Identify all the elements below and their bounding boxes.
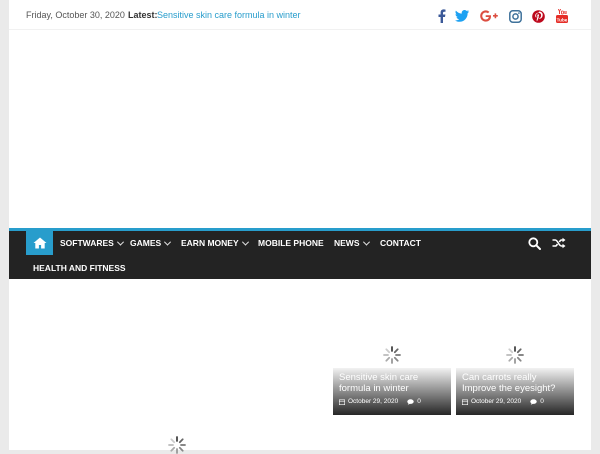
featured-post-card[interactable]: Sensitive skin care formula in winter Oc…	[333, 338, 451, 415]
shuffle-icon[interactable]	[552, 236, 566, 250]
latest-label: Latest:	[128, 10, 158, 20]
header-banner-area	[9, 31, 591, 228]
search-icon[interactable]	[527, 236, 541, 250]
calendar-icon	[339, 399, 345, 405]
top-bar: Friday, October 30, 2020 Latest: Sensiti…	[9, 0, 591, 30]
featured-post-card[interactable]: Can carrots really Improve the eyesight?…	[456, 338, 574, 415]
svg-text:Tube: Tube	[557, 17, 568, 22]
chevron-down-icon	[241, 238, 249, 246]
home-icon	[33, 237, 46, 249]
nav-item-health-and-fitness[interactable]: HEALTH AND FITNESS	[33, 263, 126, 273]
nav-item-news[interactable]: NEWS	[334, 238, 370, 248]
post-meta: October 29, 2020 0	[339, 398, 421, 405]
comment-count[interactable]: 0	[540, 398, 544, 405]
loading-spinner-icon	[383, 346, 401, 364]
post-date[interactable]: October 29, 2020	[471, 398, 521, 405]
nav-item-earn-money[interactable]: EARN MONEY	[181, 238, 249, 248]
chevron-down-icon	[116, 238, 124, 246]
home-button[interactable]	[26, 231, 53, 255]
comment-count[interactable]: 0	[417, 398, 421, 405]
calendar-icon	[462, 399, 468, 405]
facebook-icon[interactable]	[433, 8, 449, 24]
twitter-icon[interactable]	[454, 8, 470, 24]
comment-icon	[530, 398, 537, 405]
instagram-icon[interactable]	[507, 8, 523, 24]
nav-item-games[interactable]: GAMES	[130, 238, 172, 248]
chevron-down-icon	[164, 238, 172, 246]
google-plus-icon[interactable]	[479, 8, 499, 24]
page-container: Friday, October 30, 2020 Latest: Sensiti…	[9, 0, 591, 454]
youtube-icon[interactable]: Tube	[554, 8, 570, 24]
current-date: Friday, October 30, 2020	[26, 10, 125, 20]
main-navigation: SOFTWARES GAMES EARN MONEY MOBILE PHONE …	[9, 228, 591, 279]
post-date[interactable]: October 29, 2020	[348, 398, 398, 405]
post-title[interactable]: Sensitive skin care formula in winter	[339, 372, 447, 394]
nav-item-mobile-phone[interactable]: MOBILE PHONE	[258, 238, 324, 248]
loading-spinner-icon	[168, 436, 186, 454]
post-title[interactable]: Can carrots really Improve the eyesight?	[462, 372, 570, 394]
comment-icon	[407, 398, 414, 405]
latest-news-link[interactable]: Sensitive skin care formula in winter	[157, 10, 301, 20]
pinterest-icon[interactable]	[530, 8, 546, 24]
chevron-down-icon	[362, 238, 370, 246]
post-meta: October 29, 2020 0	[462, 398, 544, 405]
nav-item-softwares[interactable]: SOFTWARES	[60, 238, 124, 248]
nav-item-contact[interactable]: CONTACT	[380, 238, 421, 248]
loading-spinner-icon	[506, 346, 524, 364]
